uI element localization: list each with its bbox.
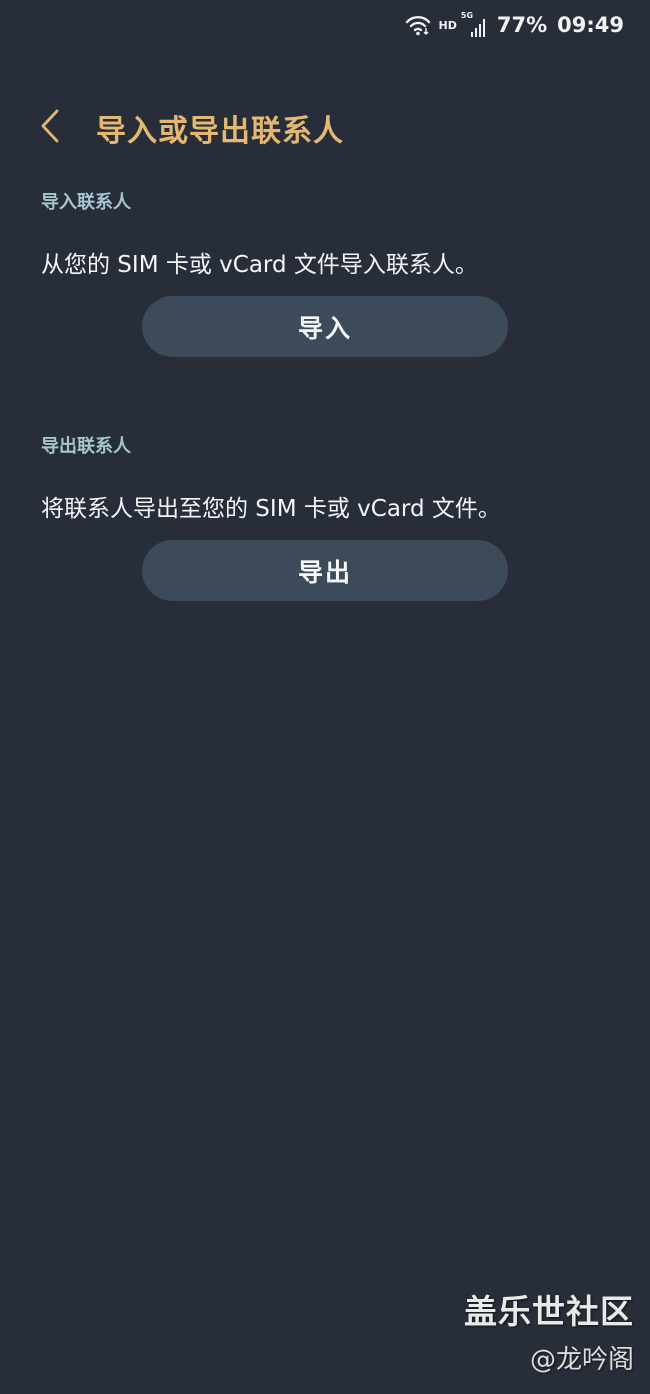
chevron-left-icon bbox=[40, 109, 60, 147]
page-title: 导入或导出联系人 bbox=[96, 114, 344, 149]
status-bar: HD 5G 77% 09:49 bbox=[0, 0, 650, 56]
app-header: 导入或导出联系人 bbox=[40, 104, 650, 152]
cellular-signal: 5G bbox=[461, 11, 485, 37]
watermark-author: @龙吟阁 bbox=[529, 1345, 634, 1375]
status-icons: HD 5G 77% 09:49 bbox=[405, 11, 624, 37]
export-section-label: 导出联系人 bbox=[41, 436, 131, 457]
import-description: 从您的 SIM 卡或 vCard 文件导入联系人。 bbox=[41, 252, 478, 278]
clock: 09:49 bbox=[557, 13, 624, 37]
watermark-brand: 盖乐世社区 bbox=[464, 1292, 634, 1331]
watermark: 盖乐世社区 @龙吟阁 bbox=[464, 1285, 634, 1376]
import-section-label: 导入联系人 bbox=[41, 192, 131, 213]
wifi-icon bbox=[405, 14, 431, 36]
export-button[interactable]: 导出 bbox=[142, 540, 508, 601]
hd-indicator: HD bbox=[438, 18, 457, 32]
battery-percentage: 77% bbox=[496, 13, 548, 37]
export-description: 将联系人导出至您的 SIM 卡或 vCard 文件。 bbox=[41, 496, 501, 522]
signal-icon bbox=[470, 19, 485, 37]
import-button[interactable]: 导入 bbox=[142, 296, 508, 357]
back-button[interactable] bbox=[40, 108, 68, 148]
